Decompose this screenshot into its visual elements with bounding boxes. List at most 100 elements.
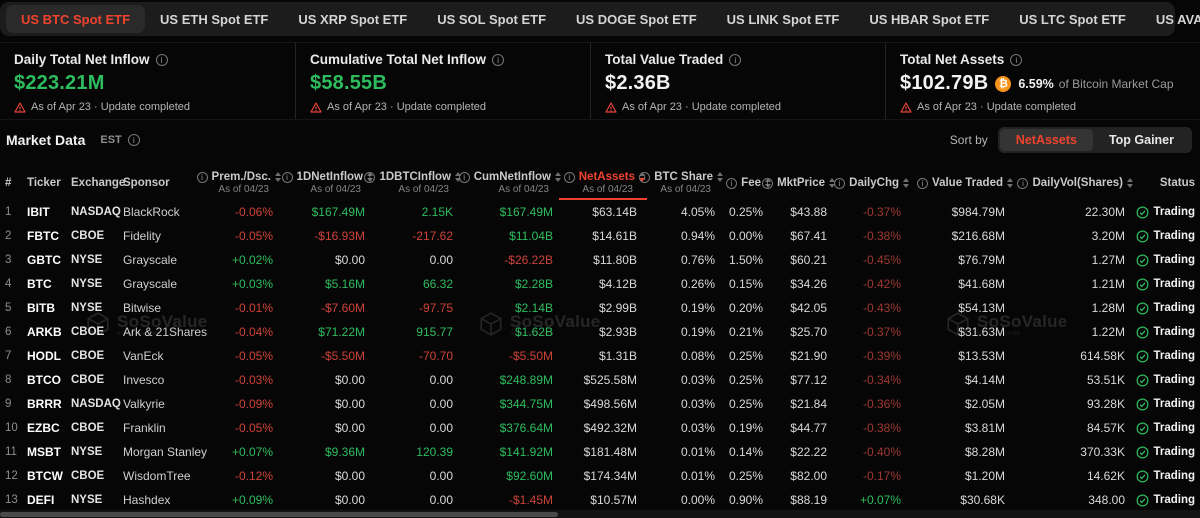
column-label: Exchange — [71, 177, 125, 189]
info-icon[interactable]: i — [197, 172, 208, 183]
table-row[interactable]: 4BTCNYSEGrayscale+0.03%$5.16M66.32$2.28B… — [0, 272, 1200, 296]
tab-us-hbar-spot-etf[interactable]: US HBAR Spot ETF — [854, 2, 1004, 36]
cell-mktprice: $21.84 — [771, 397, 835, 411]
tab-us-xrp-spot-etf[interactable]: US XRP Spot ETF — [283, 2, 422, 36]
cell-btcinflow1d: 0.00 — [373, 253, 461, 267]
tab-us-link-spot-etf[interactable]: US LINK Spot ETF — [712, 2, 855, 36]
column-header-status: Status — [1133, 166, 1195, 200]
cell-value: $167.49M — [500, 205, 553, 219]
table-row[interactable]: 5BITBNYSEBitwise-0.01%-$7.60M-97.75$2.14… — [0, 296, 1200, 320]
cell-value: 0.25% — [729, 469, 763, 483]
cell-value: -0.40% — [863, 445, 901, 459]
scrollbar-thumb[interactable] — [0, 512, 558, 517]
info-icon[interactable]: i — [726, 178, 737, 189]
info-icon[interactable]: i — [762, 178, 773, 189]
table-row[interactable]: 2FBTCCBOEFidelity-0.05%-$16.93M-217.62$1… — [0, 224, 1200, 248]
column-label: NetAssets — [579, 171, 635, 183]
info-icon[interactable]: i — [459, 172, 470, 183]
info-icon[interactable]: i — [834, 178, 845, 189]
tab-us-eth-spot-etf[interactable]: US ETH Spot ETF — [145, 2, 283, 36]
table-row[interactable]: 3GBTCNYSEGrayscale+0.02%$0.000.00-$26.22… — [0, 248, 1200, 272]
table-row[interactable]: 9BRRRNASDAQValkyrie-0.09%$0.000.00$344.7… — [0, 392, 1200, 416]
tab-us-sol-spot-etf[interactable]: US SOL Spot ETF — [422, 2, 561, 36]
cell-value: $54.13M — [958, 301, 1005, 315]
cell-value: $216.68M — [952, 229, 1005, 243]
info-icon[interactable]: i — [282, 172, 293, 183]
tab-us-ltc-spot-etf[interactable]: US LTC Spot ETF — [1004, 2, 1141, 36]
table-row[interactable]: 11MSBTNYSEMorgan Stanley+0.07%$9.36M120.… — [0, 440, 1200, 464]
info-icon[interactable]: i — [492, 54, 504, 66]
status-label: Trading — [1153, 494, 1195, 506]
column-header-netassets[interactable]: iNetAssetsAs of 04/23 — [561, 166, 645, 200]
cell-dailychg: -0.43% — [835, 301, 909, 315]
cell-value: -0.09% — [235, 397, 273, 411]
cell-status: Trading — [1133, 302, 1195, 315]
column-header-valuetraded[interactable]: iValue Traded — [909, 166, 1013, 200]
cell-status: Trading — [1133, 446, 1195, 459]
info-icon[interactable]: i — [156, 54, 168, 66]
info-icon[interactable]: i — [1017, 178, 1028, 189]
cell-ticker: IBIT — [27, 205, 71, 219]
cell-valuetraded: $8.28M — [909, 445, 1013, 459]
sort-by-label: Sort by — [950, 133, 988, 147]
cell-netassets: $11.80B — [561, 253, 645, 267]
column-header-dailyvol[interactable]: iDailyVol(Shares) — [1013, 166, 1133, 200]
column-header-btcshare[interactable]: iBTC ShareAs of 04/23 — [645, 166, 723, 200]
cell-value: +0.07% — [860, 493, 901, 507]
cell-valuetraded: $30.68K — [909, 493, 1013, 507]
tab-us-btc-spot-etf[interactable]: US BTC Spot ETF — [6, 5, 145, 33]
table-row[interactable]: 10EZBCCBOEFranklin-0.05%$0.000.00$376.64… — [0, 416, 1200, 440]
table-row[interactable]: 12BTCWCBOEWisdomTree-0.12%$0.000.00$92.6… — [0, 464, 1200, 488]
table-row[interactable]: 13DEFINYSEHashdex+0.09%$0.000.00-$1.45M$… — [0, 488, 1200, 512]
stat-card-daily-net-inflow: Daily Total Net Inflow i $223.21M As of … — [0, 43, 295, 119]
sort-option-netassets[interactable]: NetAssets — [1000, 129, 1093, 151]
sort-option-top-gainer[interactable]: Top Gainer — [1093, 129, 1190, 151]
tab-us-avax-spot-etf[interactable]: US AVAX Spot ETF — [1141, 2, 1200, 36]
cell-exchange: CBOE — [71, 470, 123, 482]
table-row[interactable]: 7HODLCBOEVanEck-0.05%-$5.50M-70.70-$5.50… — [0, 344, 1200, 368]
cell-prem: -0.05% — [223, 229, 281, 243]
cell-inflow1d: -$7.60M — [281, 301, 373, 315]
column-header-inflow1d[interactable]: i1DNetInflowAs of 04/23 — [281, 166, 373, 200]
cell-value: 0.14% — [729, 445, 763, 459]
table-row[interactable]: 8BTCOCBOEInvesco-0.03%$0.000.00$248.89M$… — [0, 368, 1200, 392]
cell-value: $492.32M — [584, 421, 637, 435]
cell-value: 1.50% — [729, 253, 763, 267]
cell-num: 9 — [5, 398, 27, 410]
horizontal-scrollbar[interactable] — [0, 510, 1200, 518]
column-header-btcinflow1d[interactable]: i1DBTCInflowAs of 04/23 — [373, 166, 461, 200]
cell-value: $31.63M — [958, 325, 1005, 339]
stat-note-text: As of Apr 23 · Update completed — [917, 101, 1076, 113]
status-label: Trading — [1153, 326, 1195, 338]
cell-value: 0.03% — [681, 397, 715, 411]
column-header-mktprice[interactable]: iMktPrice — [771, 166, 835, 200]
info-icon[interactable]: i — [917, 178, 928, 189]
stat-value: $2.36B — [605, 72, 671, 95]
cell-value: 1.21M — [1092, 277, 1125, 291]
cell-value: $10.57M — [590, 493, 637, 507]
cell-value: 0.76% — [681, 253, 715, 267]
cell-inflow1d: $5.16M — [281, 277, 373, 291]
column-header-dailychg[interactable]: iDailyChg — [835, 166, 909, 200]
cell-btcshare: 0.19% — [645, 301, 723, 315]
column-header-cuminflow[interactable]: iCumNetInflowAs of 04/23 — [461, 166, 561, 200]
info-icon[interactable]: i — [1010, 54, 1022, 66]
cell-mktprice: $42.05 — [771, 301, 835, 315]
info-icon[interactable]: i — [729, 54, 741, 66]
cell-cuminflow: -$5.50M — [461, 349, 561, 363]
info-icon[interactable]: i — [564, 172, 575, 183]
column-header-prem[interactable]: iPrem./Dsc.As of 04/23 — [223, 166, 281, 200]
info-icon[interactable]: i — [364, 172, 375, 183]
cell-value: -0.05% — [235, 349, 273, 363]
cell-value: 0.90% — [729, 493, 763, 507]
table-row[interactable]: 1IBITNASDAQBlackRock-0.06%$167.49M2.15K$… — [0, 200, 1200, 224]
tab-us-doge-spot-etf[interactable]: US DOGE Spot ETF — [561, 2, 712, 36]
stat-note: As of Apr 23 · Update completed — [900, 101, 1186, 113]
info-icon[interactable]: i — [128, 134, 140, 146]
info-icon[interactable]: i — [639, 172, 650, 183]
cell-dailychg: -0.42% — [835, 277, 909, 291]
market-data-title: Market Data — [6, 132, 85, 148]
cell-ticker: FBTC — [27, 229, 71, 243]
table-row[interactable]: 6ARKBCBOEArk & 21Shares-0.04%$71.22M915.… — [0, 320, 1200, 344]
column-label: # — [5, 177, 11, 189]
